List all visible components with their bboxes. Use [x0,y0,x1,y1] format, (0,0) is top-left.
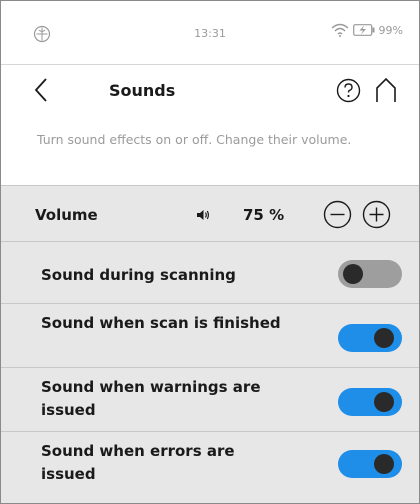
help-button[interactable] [336,78,361,103]
toggle-switch[interactable] [338,388,402,416]
page-header: Sounds [1,65,419,115]
setting-row-warnings: Sound when warnings are issued [1,368,419,432]
toggle-knob [343,264,363,284]
device-screen: 13:31 99% Sounds Turn sound effects on o… [0,0,420,504]
page-title: Sounds [109,81,176,100]
setting-label: Sound when warnings are issued [41,378,261,419]
back-button[interactable] [31,75,53,105]
setting-row-errors: Sound when errors are issued [1,432,419,503]
volume-row: Volume 75 % [1,185,419,242]
setting-label: Sound when scan is finished [41,314,281,332]
battery-percent: 99% [378,23,403,37]
toggle-knob [374,392,394,412]
toggle-knob [374,454,394,474]
status-icons: 99% [331,23,403,37]
speaker-icon [197,210,209,220]
toggle-knob [374,328,394,348]
status-bar: 13:31 99% [1,1,419,65]
volume-increase-button[interactable] [362,200,391,229]
battery-charging-icon [352,24,375,36]
toggle-switch[interactable] [338,450,402,478]
setting-label: Sound when errors are issued [41,442,235,483]
setting-label: Sound during scanning [41,266,236,284]
toggle-switch[interactable] [338,324,402,352]
toggle-switch[interactable] [338,260,402,288]
wifi-icon [331,23,349,37]
volume-decrease-button[interactable] [323,200,352,229]
home-button[interactable] [374,77,398,103]
page-description: Turn sound effects on or off. Change the… [37,132,352,147]
settings-list: Volume 75 % Sound during scanning Sound … [1,185,419,503]
volume-value: 75 % [243,206,285,224]
setting-row-scanning: Sound during scanning [1,242,419,304]
volume-label: Volume [35,206,98,224]
setting-row-scan-finished: Sound when scan is finished [1,304,419,368]
